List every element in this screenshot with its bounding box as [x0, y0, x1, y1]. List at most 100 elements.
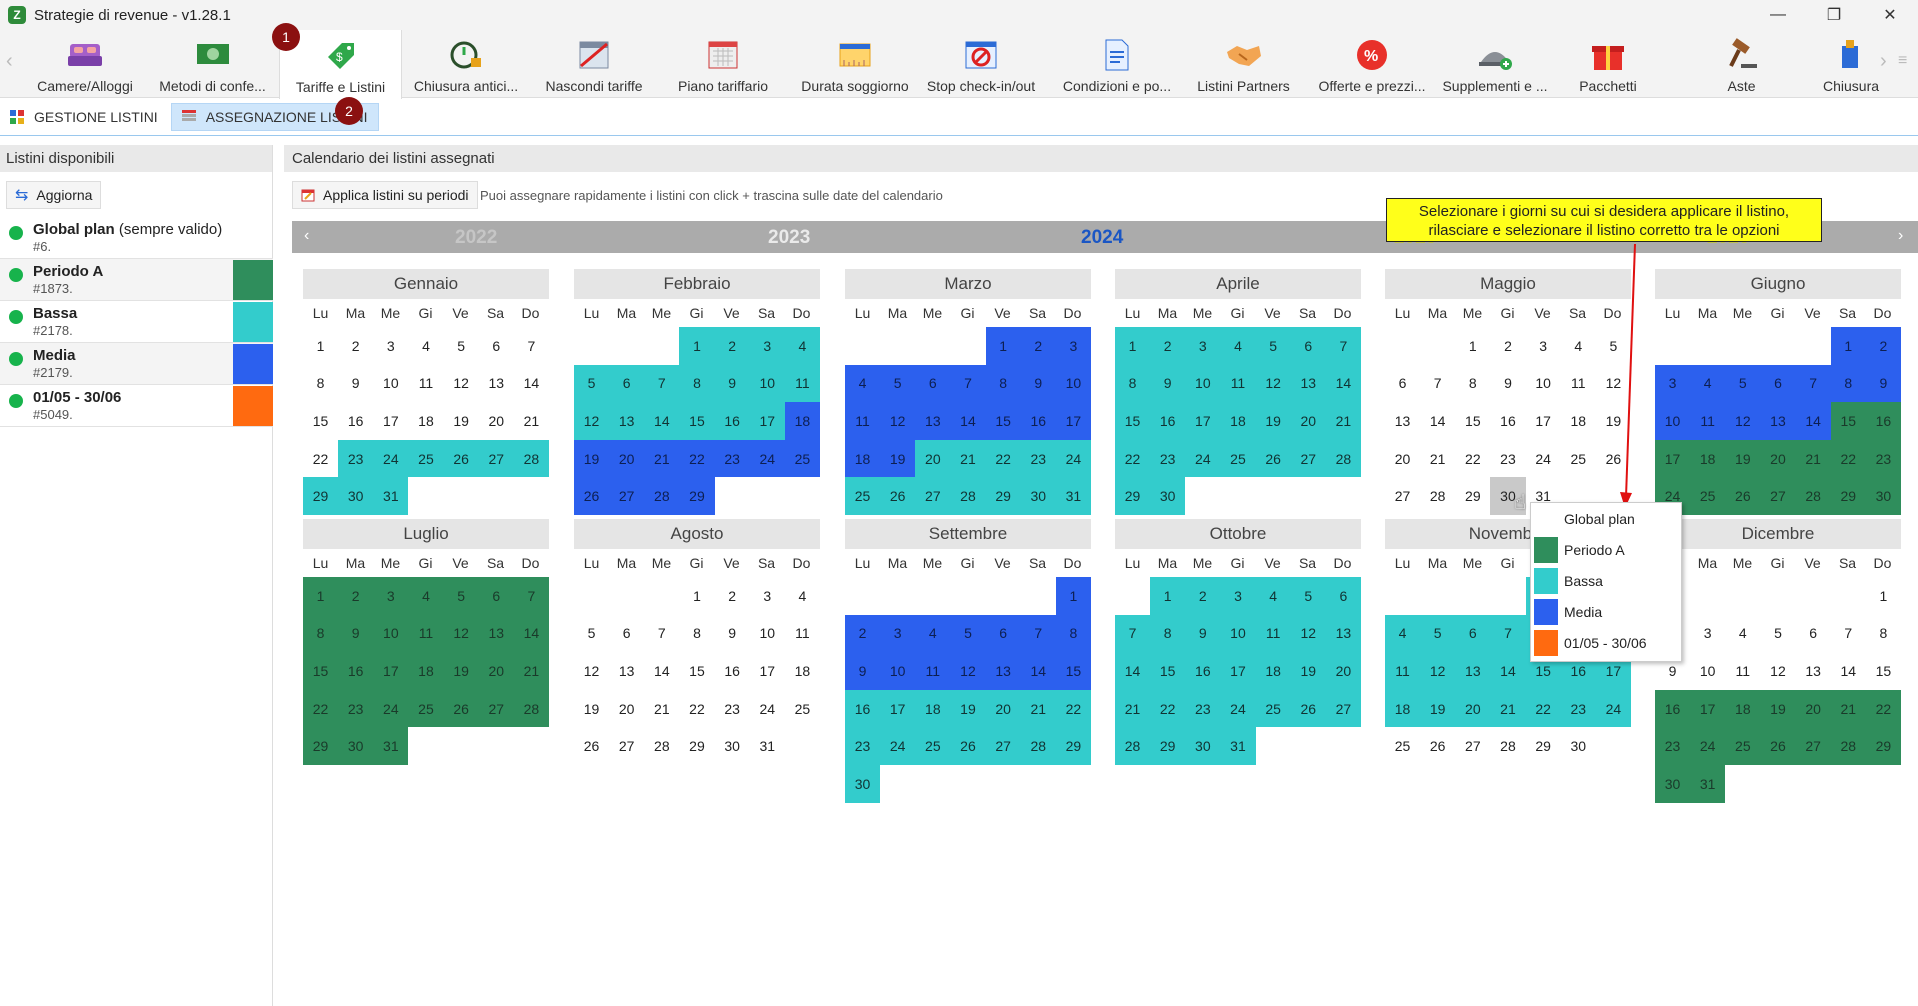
day-cell[interactable]: 12: [444, 365, 479, 403]
day-cell[interactable]: 2: [338, 327, 373, 365]
day-cell[interactable]: 21: [1325, 402, 1361, 440]
day-cell[interactable]: 6: [479, 327, 514, 365]
toolbar-item-2[interactable]: Metodi di confe...: [155, 30, 270, 98]
day-cell[interactable]: 25: [408, 689, 444, 728]
day-cell[interactable]: 17: [1185, 402, 1221, 440]
plan-item-bassa[interactable]: Bassa #2178.: [0, 301, 273, 343]
day-cell[interactable]: 5: [1725, 364, 1761, 403]
day-cell[interactable]: 25: [1725, 727, 1761, 765]
day-cell[interactable]: 7: [514, 327, 549, 365]
day-cell[interactable]: 3: [1526, 327, 1561, 365]
day-cell[interactable]: 10: [373, 365, 408, 403]
day-cell[interactable]: 10: [1526, 365, 1561, 403]
day-cell[interactable]: 8: [1866, 615, 1901, 653]
menu-item-periodo-a[interactable]: Periodo A: [1531, 534, 1681, 565]
day-cell[interactable]: 28: [1420, 477, 1455, 515]
day-cell[interactable]: 17: [880, 689, 916, 728]
day-cell[interactable]: 30: [1020, 477, 1056, 515]
day-cell[interactable]: 9: [714, 364, 750, 403]
day-cell[interactable]: 1: [1830, 327, 1866, 365]
day-cell[interactable]: 10: [1690, 652, 1725, 690]
day-cell[interactable]: 16: [1020, 402, 1056, 440]
day-cell[interactable]: 18: [1385, 689, 1421, 728]
day-cell[interactable]: 12: [880, 402, 916, 440]
day-cell[interactable]: 11: [784, 364, 820, 403]
day-cell[interactable]: 14: [950, 402, 986, 440]
day-cell[interactable]: 7: [644, 364, 680, 403]
day-cell[interactable]: 27: [1760, 477, 1796, 515]
day-cell[interactable]: 28: [513, 689, 549, 728]
day-cell[interactable]: 2: [1150, 327, 1186, 365]
year-2022[interactable]: 2022: [455, 227, 497, 249]
day-cell[interactable]: 7: [950, 364, 986, 403]
day-cell[interactable]: 28: [513, 439, 549, 478]
day-cell[interactable]: 4: [408, 577, 444, 615]
day-cell[interactable]: 27: [1290, 439, 1326, 478]
day-cell[interactable]: 23: [1655, 727, 1691, 765]
day-cell[interactable]: 10: [1055, 364, 1091, 403]
day-cell[interactable]: 14: [644, 402, 680, 440]
day-cell[interactable]: 26: [880, 477, 916, 515]
day-cell[interactable]: 24: [1595, 689, 1631, 728]
day-cell[interactable]: 5: [444, 327, 479, 365]
toolbar-item-1[interactable]: Camere/Alloggi: [30, 30, 140, 98]
day-cell[interactable]: 22: [985, 439, 1021, 478]
day-cell[interactable]: 7: [644, 615, 679, 653]
day-cell[interactable]: 11: [1725, 652, 1760, 690]
day-cell[interactable]: 19: [1255, 402, 1291, 440]
tab-gestione-listini[interactable]: GESTIONE LISTINI: [0, 103, 168, 131]
day-cell[interactable]: 30: [715, 727, 750, 765]
day-cell[interactable]: 29: [1830, 477, 1866, 515]
day-cell[interactable]: 16: [845, 689, 881, 728]
day-cell[interactable]: 8: [1455, 365, 1490, 403]
day-cell[interactable]: 3: [373, 577, 409, 615]
day-cell[interactable]: 27: [1325, 689, 1361, 728]
day-cell[interactable]: 25: [1220, 439, 1256, 478]
day-cell[interactable]: 18: [1561, 402, 1596, 440]
day-cell[interactable]: 2: [1490, 327, 1525, 365]
day-cell[interactable]: 22: [1150, 689, 1186, 728]
day-cell[interactable]: 10: [880, 652, 916, 690]
day-cell[interactable]: 9: [1020, 364, 1056, 403]
day-cell[interactable]: 13: [479, 365, 514, 403]
day-cell[interactable]: 3: [750, 577, 785, 615]
day-cell[interactable]: 14: [514, 365, 549, 403]
day-cell[interactable]: 29: [1150, 727, 1186, 765]
day-cell[interactable]: 15: [1055, 652, 1091, 690]
day-cell[interactable]: 29: [303, 477, 339, 515]
day-cell[interactable]: 11: [1385, 652, 1421, 690]
day-cell[interactable]: 13: [915, 402, 951, 440]
day-cell[interactable]: 17: [1526, 402, 1561, 440]
day-cell[interactable]: 31: [1220, 727, 1256, 765]
next-year-icon[interactable]: ›: [1898, 227, 1903, 245]
toolbar-menu-icon[interactable]: ≡: [1898, 52, 1907, 70]
day-cell[interactable]: 25: [1690, 477, 1726, 515]
day-cell[interactable]: 17: [1655, 439, 1691, 478]
day-cell[interactable]: 3: [1220, 577, 1256, 615]
day-cell[interactable]: 29: [1455, 477, 1490, 515]
day-cell[interactable]: 14: [1795, 402, 1831, 440]
day-cell[interactable]: 26: [950, 727, 986, 765]
day-cell[interactable]: 28: [1020, 727, 1056, 765]
day-cell[interactable]: 27: [1455, 727, 1490, 765]
day-cell[interactable]: 16: [715, 652, 750, 690]
day-cell[interactable]: 5: [880, 364, 916, 403]
day-cell[interactable]: 2: [1185, 577, 1221, 615]
day-cell[interactable]: 21: [513, 652, 549, 690]
day-cell[interactable]: 5: [950, 614, 986, 653]
day-cell[interactable]: 7: [1115, 614, 1151, 653]
day-cell[interactable]: 8: [1150, 614, 1186, 653]
day-cell[interactable]: 31: [373, 477, 409, 515]
day-cell[interactable]: 6: [915, 364, 951, 403]
day-cell[interactable]: 2: [714, 327, 750, 365]
day-cell[interactable]: 27: [985, 727, 1021, 765]
day-cell[interactable]: 22: [679, 690, 714, 728]
apply-plans-button[interactable]: Applica listini su periodi: [292, 181, 478, 209]
day-cell[interactable]: 11: [1561, 365, 1596, 403]
day-cell[interactable]: 5: [574, 364, 610, 403]
day-cell[interactable]: 16: [714, 402, 750, 440]
day-cell[interactable]: 30: [338, 477, 374, 515]
toolbar-item-13[interactable]: Pacchetti: [1562, 30, 1654, 98]
day-cell[interactable]: 4: [1255, 577, 1291, 615]
day-cell[interactable]: 23: [1020, 439, 1056, 478]
